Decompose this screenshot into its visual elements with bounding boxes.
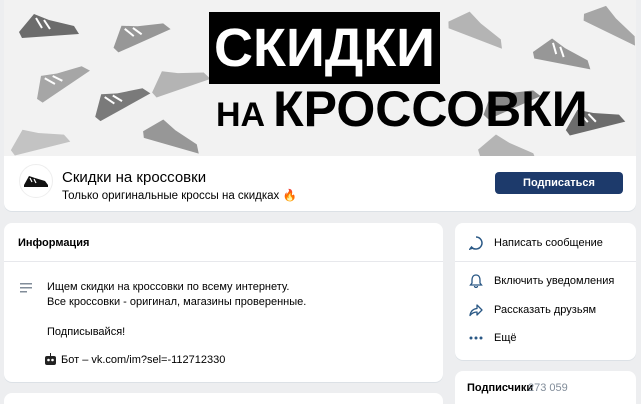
group-header: Скидки на кроссовки Только оригинальные … — [4, 156, 636, 211]
cover-title-line1: СКИДКИ — [209, 12, 440, 84]
more-icon — [468, 330, 484, 346]
share-action[interactable]: Рассказать друзьям — [468, 302, 596, 318]
description-line: Ищем скидки на кроссовки по всему интерн… — [47, 281, 290, 293]
send-message-label: Написать сообщение — [494, 237, 603, 249]
robot-icon — [45, 353, 56, 365]
cover-title-small: НА — [216, 96, 266, 134]
description-text: Ищем скидки на кроссовки по всему интерн… — [47, 280, 387, 340]
share-icon — [468, 302, 484, 318]
send-message-action[interactable]: Написать сообщение — [468, 235, 603, 251]
message-icon — [468, 235, 484, 251]
subscribe-button[interactable]: Подписаться — [495, 172, 623, 194]
description-line — [47, 310, 387, 325]
description-line: Все кроссовки - оригинал, магазины прове… — [47, 296, 307, 308]
avatar[interactable] — [19, 164, 53, 198]
more-action[interactable]: Ещё — [468, 330, 517, 346]
sneaker-pattern-icon — [10, 129, 71, 156]
cover-title-line2: НА КРОССОВКИ — [216, 84, 588, 134]
sneaker-pattern-icon — [448, 11, 502, 49]
info-card: Информация Ищем скидки на кроссовки по в… — [4, 223, 443, 382]
group-cover: СКИДКИ НА КРОССОВКИ — [4, 0, 636, 156]
actions-card: Написать сообщение Включить уведомления … — [455, 223, 636, 360]
subscribers-count: 273 059 — [528, 382, 568, 394]
next-card — [4, 393, 443, 404]
info-header: Информация — [4, 223, 443, 262]
sneaker-pattern-icon — [152, 71, 211, 98]
group-name: Скидки на кроссовки — [62, 169, 207, 186]
enable-notifications-action[interactable]: Включить уведомления — [468, 273, 614, 289]
enable-notifications-label: Включить уведомления — [494, 275, 615, 287]
more-label: Ещё — [494, 332, 517, 344]
sneaker-pattern-icon — [113, 23, 171, 53]
description-icon — [20, 283, 32, 293]
sneaker-pattern-icon — [19, 14, 79, 38]
group-status: Только оригинальные кроссы на скидках 🔥 — [62, 190, 297, 202]
sneaker-icon — [24, 176, 48, 187]
subscribers-label: Подписчики — [467, 382, 534, 394]
description-line: Подписывайся! — [47, 326, 126, 338]
share-label: Рассказать друзьям — [494, 304, 597, 316]
subscribers-card[interactable]: Подписчики 273 059 — [455, 371, 636, 404]
bot-link-row[interactable]: Бот – vk.com/im?sel=-112712330 — [44, 353, 225, 366]
bot-link[interactable]: Бот – vk.com/im?sel=-112712330 — [61, 354, 225, 366]
sneaker-pattern-icon — [143, 119, 199, 154]
bell-icon — [468, 273, 484, 289]
cover-title-big: КРОССОВКИ — [273, 81, 588, 137]
divider — [455, 261, 636, 262]
